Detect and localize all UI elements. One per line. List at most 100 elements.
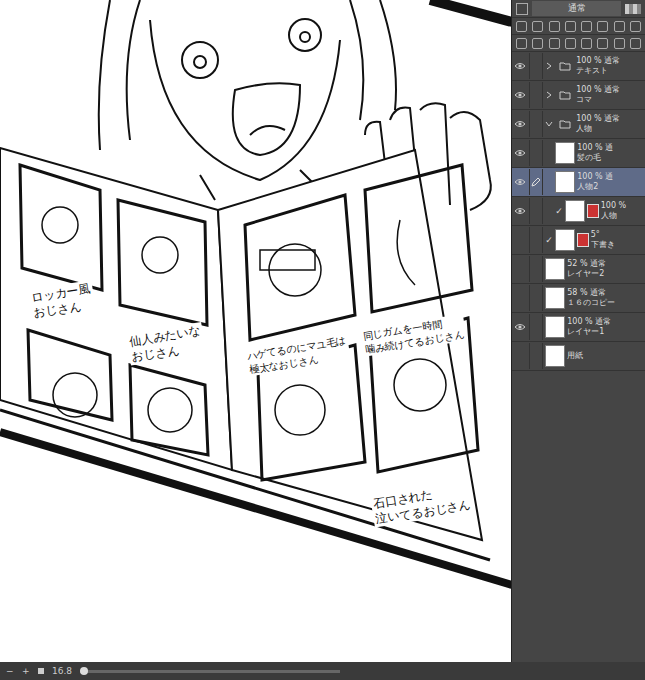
layer-tools-2 bbox=[512, 35, 645, 52]
visibility-toggle[interactable] bbox=[512, 178, 527, 186]
layer-row[interactable]: 100 % 通常テキスト bbox=[512, 52, 645, 81]
lock-toggle[interactable] bbox=[529, 82, 543, 108]
lock-toggle[interactable] bbox=[529, 256, 543, 282]
tool-icon[interactable] bbox=[532, 21, 543, 32]
visibility-toggle[interactable] bbox=[512, 120, 527, 128]
layer-label: 52 % 通常レイヤー2 bbox=[567, 259, 606, 280]
tool-icon[interactable] bbox=[532, 38, 543, 49]
status-bar: −+16.8 bbox=[0, 662, 645, 680]
tool-icon[interactable] bbox=[614, 21, 625, 32]
tool-icon[interactable] bbox=[614, 38, 625, 49]
layer-row[interactable]: 100 % 通常コマ bbox=[512, 81, 645, 110]
layer-row[interactable]: 100 % 通常人物 bbox=[512, 110, 645, 139]
lock-toggle[interactable] bbox=[529, 285, 543, 311]
layer-label: 100 % 通常人物 bbox=[576, 114, 620, 135]
layer-label: 100 %人物 bbox=[601, 201, 626, 222]
layer-thumbnail bbox=[555, 229, 575, 251]
layer-row[interactable]: 52 % 通常レイヤー2 bbox=[512, 255, 645, 284]
layer-label: 100 % 通常レイヤー1 bbox=[567, 317, 611, 338]
folder-icon bbox=[559, 61, 571, 71]
layer-label: 100 % 通常テキスト bbox=[576, 56, 620, 77]
tool-icon[interactable] bbox=[516, 38, 527, 49]
layer-label: 58 % 通常１６のコピー bbox=[567, 288, 615, 309]
tool-icon[interactable] bbox=[516, 21, 527, 32]
tool-icon[interactable] bbox=[565, 38, 576, 49]
expand-toggle[interactable] bbox=[545, 62, 554, 70]
eye-icon bbox=[514, 178, 526, 186]
mode-icon[interactable] bbox=[516, 3, 528, 15]
layer-thumbnail bbox=[555, 142, 575, 164]
layer-thumbnail bbox=[556, 56, 574, 76]
eye-icon bbox=[514, 120, 526, 128]
tool-icon[interactable] bbox=[549, 21, 560, 32]
layer-row[interactable]: 100 % 通髪の毛 bbox=[512, 139, 645, 168]
panel-toolbar: 通常 bbox=[512, 0, 645, 18]
layer-thumbnail bbox=[545, 287, 565, 309]
clip-studio-window: ロッカー風おじさん仙人みたいなおじさんハゲてるのにマユ毛は極太なおじさん同じガム… bbox=[0, 0, 645, 680]
tool-icon[interactable] bbox=[597, 21, 608, 32]
layer-tools bbox=[512, 18, 645, 35]
layer-label: 用紙 bbox=[567, 351, 583, 361]
canvas[interactable]: ロッカー風おじさん仙人みたいなおじさんハゲてるのにマユ毛は極太なおじさん同じガム… bbox=[0, 0, 511, 662]
layer-row[interactable]: ✓ 100 %人物 bbox=[512, 197, 645, 226]
lock-toggle[interactable] bbox=[529, 343, 543, 369]
layer-row[interactable]: 58 % 通常１６のコピー bbox=[512, 284, 645, 313]
eye-icon bbox=[514, 91, 526, 99]
layer-thumbnail bbox=[556, 114, 574, 134]
tool-icon[interactable] bbox=[581, 38, 592, 49]
mask-icon bbox=[577, 233, 589, 247]
eye-icon bbox=[514, 323, 526, 331]
eye-icon bbox=[514, 207, 526, 215]
layer-row[interactable]: 用紙 bbox=[512, 342, 645, 371]
visibility-toggle[interactable] bbox=[512, 323, 527, 331]
blend-mode-dropdown[interactable]: 通常 bbox=[532, 1, 621, 16]
lock-toggle[interactable] bbox=[529, 227, 543, 253]
zoom-in-button[interactable]: + bbox=[22, 666, 30, 676]
eye-icon bbox=[514, 62, 526, 70]
lock-toggle[interactable] bbox=[529, 140, 543, 166]
zoom-slider[interactable] bbox=[80, 670, 340, 673]
layer-label: 100 % 通常コマ bbox=[576, 85, 620, 106]
visibility-toggle[interactable] bbox=[512, 62, 527, 70]
tool-icon[interactable] bbox=[597, 38, 608, 49]
layer-thumbnail bbox=[555, 171, 575, 193]
tool-icon[interactable] bbox=[630, 38, 641, 49]
check-icon: ✓ bbox=[545, 235, 553, 245]
lock-toggle[interactable] bbox=[529, 53, 543, 79]
expand-toggle[interactable] bbox=[545, 91, 554, 99]
zoom-out-button[interactable]: − bbox=[6, 666, 14, 676]
layer-row[interactable]: 100 % 通常レイヤー1 bbox=[512, 313, 645, 342]
layer-label: 100 % 通髪の毛 bbox=[577, 143, 613, 164]
chevron-icon bbox=[545, 91, 553, 99]
layer-row[interactable]: 100 % 通人物2 bbox=[512, 168, 645, 197]
layer-label: 100 % 通人物2 bbox=[577, 172, 613, 193]
eye-icon bbox=[514, 149, 526, 157]
layer-thumbnail bbox=[565, 200, 585, 222]
lock-toggle[interactable] bbox=[529, 169, 543, 195]
chevron-icon bbox=[545, 120, 553, 128]
lock-toggle[interactable] bbox=[529, 314, 543, 340]
visibility-toggle[interactable] bbox=[512, 207, 527, 215]
pen-icon bbox=[531, 177, 541, 187]
visibility-toggle[interactable] bbox=[512, 149, 527, 157]
check-icon: ✓ bbox=[555, 206, 563, 216]
layer-thumbnail bbox=[545, 316, 565, 338]
folder-icon bbox=[559, 90, 571, 100]
layer-row[interactable]: ✓5°下書き bbox=[512, 226, 645, 255]
tool-icon[interactable] bbox=[630, 21, 641, 32]
tool-icon[interactable] bbox=[549, 38, 560, 49]
lock-toggle[interactable] bbox=[529, 198, 543, 224]
mask-icon bbox=[587, 204, 599, 218]
lock-toggle[interactable] bbox=[529, 111, 543, 137]
chevron-icon bbox=[545, 62, 553, 70]
layer-thumbnail bbox=[545, 345, 565, 367]
folder-icon bbox=[559, 119, 571, 129]
expand-toggle[interactable] bbox=[545, 120, 554, 128]
layer-panel: 通常 100 % 通常テキスト 100 % 通常コマ 100 % 通常人物 100 % … bbox=[511, 0, 645, 662]
fit-icon[interactable] bbox=[38, 668, 44, 674]
tool-icon[interactable] bbox=[581, 21, 592, 32]
checker-icon[interactable] bbox=[625, 4, 641, 14]
tool-icon[interactable] bbox=[565, 21, 576, 32]
zoom-value[interactable]: 16.8 bbox=[52, 666, 72, 676]
visibility-toggle[interactable] bbox=[512, 91, 527, 99]
